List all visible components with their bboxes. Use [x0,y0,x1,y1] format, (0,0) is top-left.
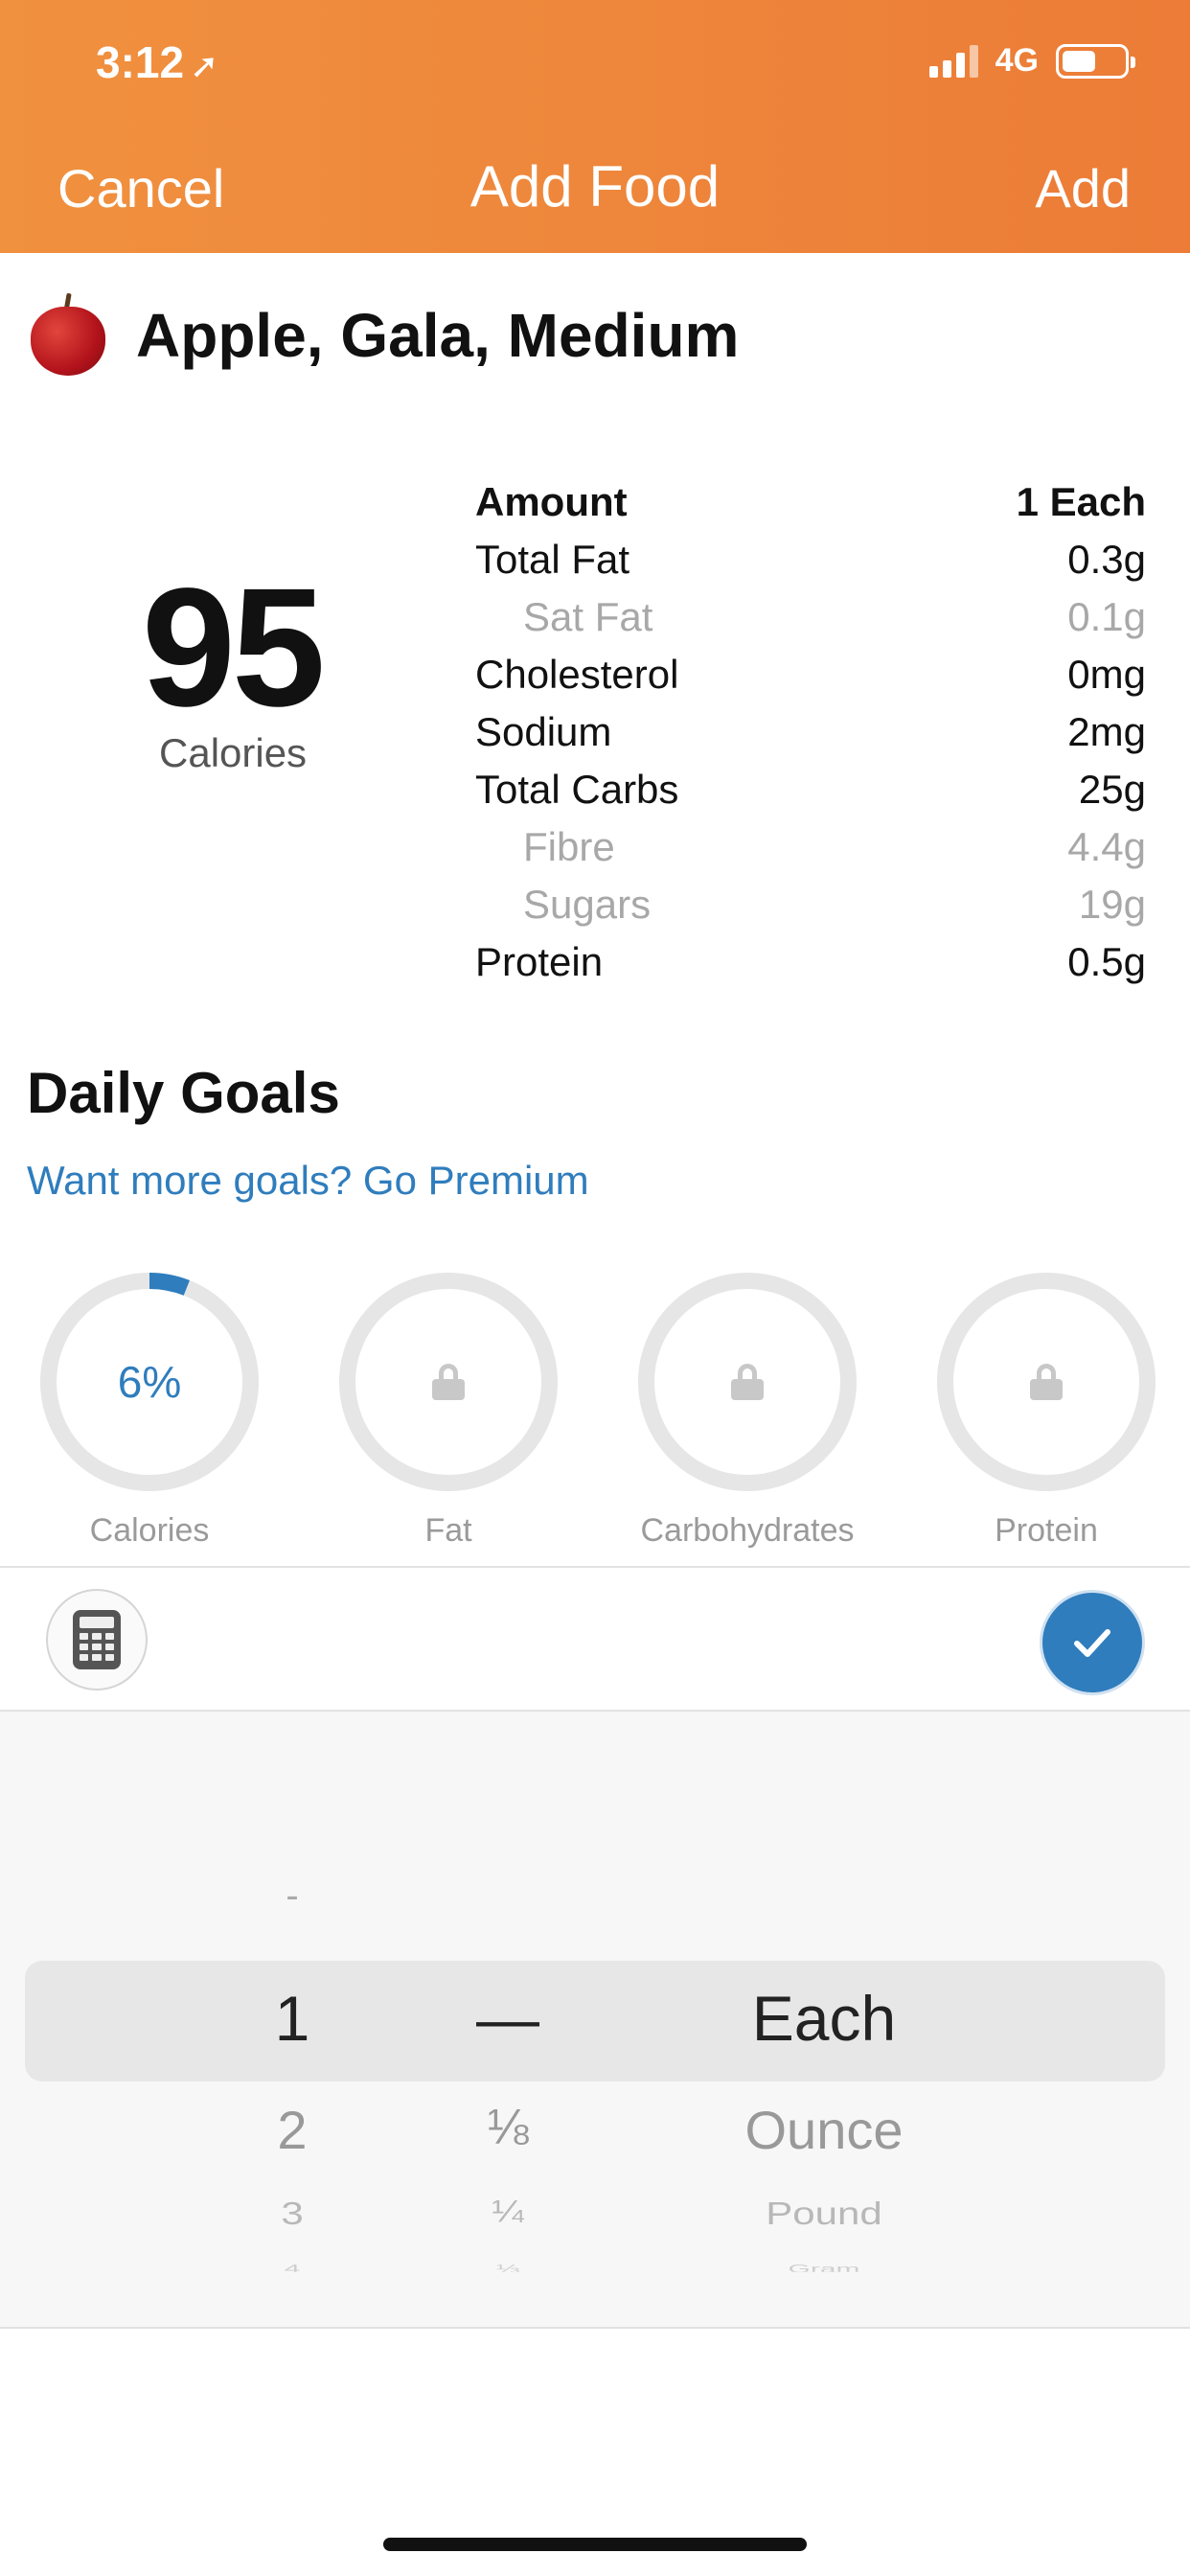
goal-label: Calories [89,1512,210,1549]
food-name: Apple, Gala, Medium [136,301,740,370]
status-time: 3:12 ➚ [96,36,218,88]
nutrition-row: Cholesterol 0mg [475,646,1146,703]
go-premium-link[interactable]: Want more goals? Go Premium [27,1158,589,1204]
picker-item-selected[interactable]: — [422,1982,594,2055]
goal-ring-calories[interactable]: 6% Calories [39,1273,260,1550]
calculator-icon [73,1610,121,1669]
nutrition-label: Amount [475,479,628,524]
page-title: Add Food [469,154,721,218]
calories-label: Calories [159,730,308,775]
home-indicator[interactable] [383,2538,807,2551]
picker-item[interactable]: ¼ [422,2196,594,2230]
nutrition-value: 0.1g [1067,594,1146,639]
nutrition-value: 0mg [1067,652,1146,697]
goal-label: Carbohydrates [640,1512,855,1549]
picker-toolbar [0,1566,1190,1710]
nutrition-label: Total Carbs [475,767,679,812]
picker-item[interactable]: 2 [201,2099,383,2161]
calories-value: 95 [142,554,326,742]
fat-progress-ring [339,1273,558,1491]
calories-progress-ring: 6% [40,1273,259,1491]
nutrition-value: 4.4g [1067,824,1146,869]
nutrition-value: 0.3g [1067,537,1146,582]
picker-item[interactable]: ⅓ [422,2263,594,2272]
progress-arc [149,1273,190,1296]
goal-label: Fat [424,1512,472,1549]
picker-item[interactable]: 3 [201,2196,383,2232]
picker-item[interactable]: 4 [201,2263,383,2272]
calculator-button[interactable] [46,1589,148,1690]
status-time-text: 3:12 [96,37,185,87]
picker-item[interactable]: Gram [652,2263,996,2272]
food-title-row: Apple, Gala, Medium [29,292,740,378]
nutrition-row: Sugars 19g [475,876,1146,933]
serving-picker[interactable]: - 1 2 3 4 — ⅛ ¼ ⅓ Each Ounce Pound Gram [0,1710,1190,2329]
calories-progress-arc [149,1273,190,1296]
nutrition-value: 1 Each [1016,479,1146,524]
add-button[interactable]: Add [1035,157,1131,219]
protein-progress-ring [937,1273,1156,1491]
nutrition-row: Amount 1 Each [475,473,1146,531]
status-indicators: 4G [928,42,1135,80]
signal-strength-icon [928,44,978,78]
goal-ring-protein[interactable]: Protein [936,1273,1156,1550]
nutrition-row: Sodium 2mg [475,703,1146,761]
carbohydrates-progress-ring [638,1273,857,1491]
nutrition-label: Cholesterol [475,652,679,697]
goal-ring-carbohydrates[interactable]: Carbohydrates [637,1273,858,1550]
nutrition-row: Protein 0.5g [475,933,1146,991]
header-bar: 3:12 ➚ 4G Cancel Add Food Add [0,0,1190,253]
apple-icon [29,292,107,378]
picker-item[interactable]: Pound [652,2196,996,2232]
goal-ring-fat[interactable]: Fat [338,1273,559,1550]
network-type: 4G [995,42,1039,79]
lock-icon [1030,1364,1063,1400]
lock-icon [731,1364,764,1400]
nutrition-value: 25g [1078,767,1146,812]
nutrition-row: Total Fat 0.3g [475,531,1146,588]
nutrition-row: Total Carbs 25g [475,761,1146,818]
confirm-button[interactable] [1042,1593,1142,1692]
nutrition-table: Amount 1 Each Total Fat 0.3g Sat Fat 0.1g Chol… [475,473,1146,991]
nutrition-label: Fibre [523,824,615,869]
picker-item-selected[interactable]: 1 [201,1982,383,2055]
battery-icon [1056,43,1135,79]
nutrition-row: Sat Fat 0.1g [475,588,1146,646]
nutrition-value: 19g [1078,882,1146,927]
nutrition-value: 0.5g [1067,939,1146,984]
nutrition-label: Sugars [523,882,652,927]
goal-label: Protein [995,1512,1098,1549]
checkmark-icon [1074,1629,1110,1657]
nutrition-label: Protein [475,939,604,984]
nutrition-label: Sodium [475,709,612,754]
nutrition-row: Fibre 4.4g [475,818,1146,876]
picker-item-selected[interactable]: Each [652,1982,996,2055]
nutrition-value: 2mg [1067,709,1146,754]
picker-item[interactable]: ⅛ [422,2099,594,2156]
picker-item[interactable]: - [201,1874,383,1918]
lock-icon [432,1364,465,1400]
location-arrow-icon: ➚ [190,46,219,85]
picker-item[interactable]: Ounce [652,2099,996,2161]
picker-column-unit[interactable]: Each Ounce Pound Gram [652,1712,996,2331]
picker-column-whole[interactable]: - 1 2 3 4 [201,1712,383,2331]
picker-column-fraction[interactable]: — ⅛ ¼ ⅓ [422,1712,594,2331]
daily-goals-title: Daily Goals [27,1061,340,1125]
nutrition-label: Total Fat [475,537,630,582]
nutrition-label: Sat Fat [523,594,653,639]
